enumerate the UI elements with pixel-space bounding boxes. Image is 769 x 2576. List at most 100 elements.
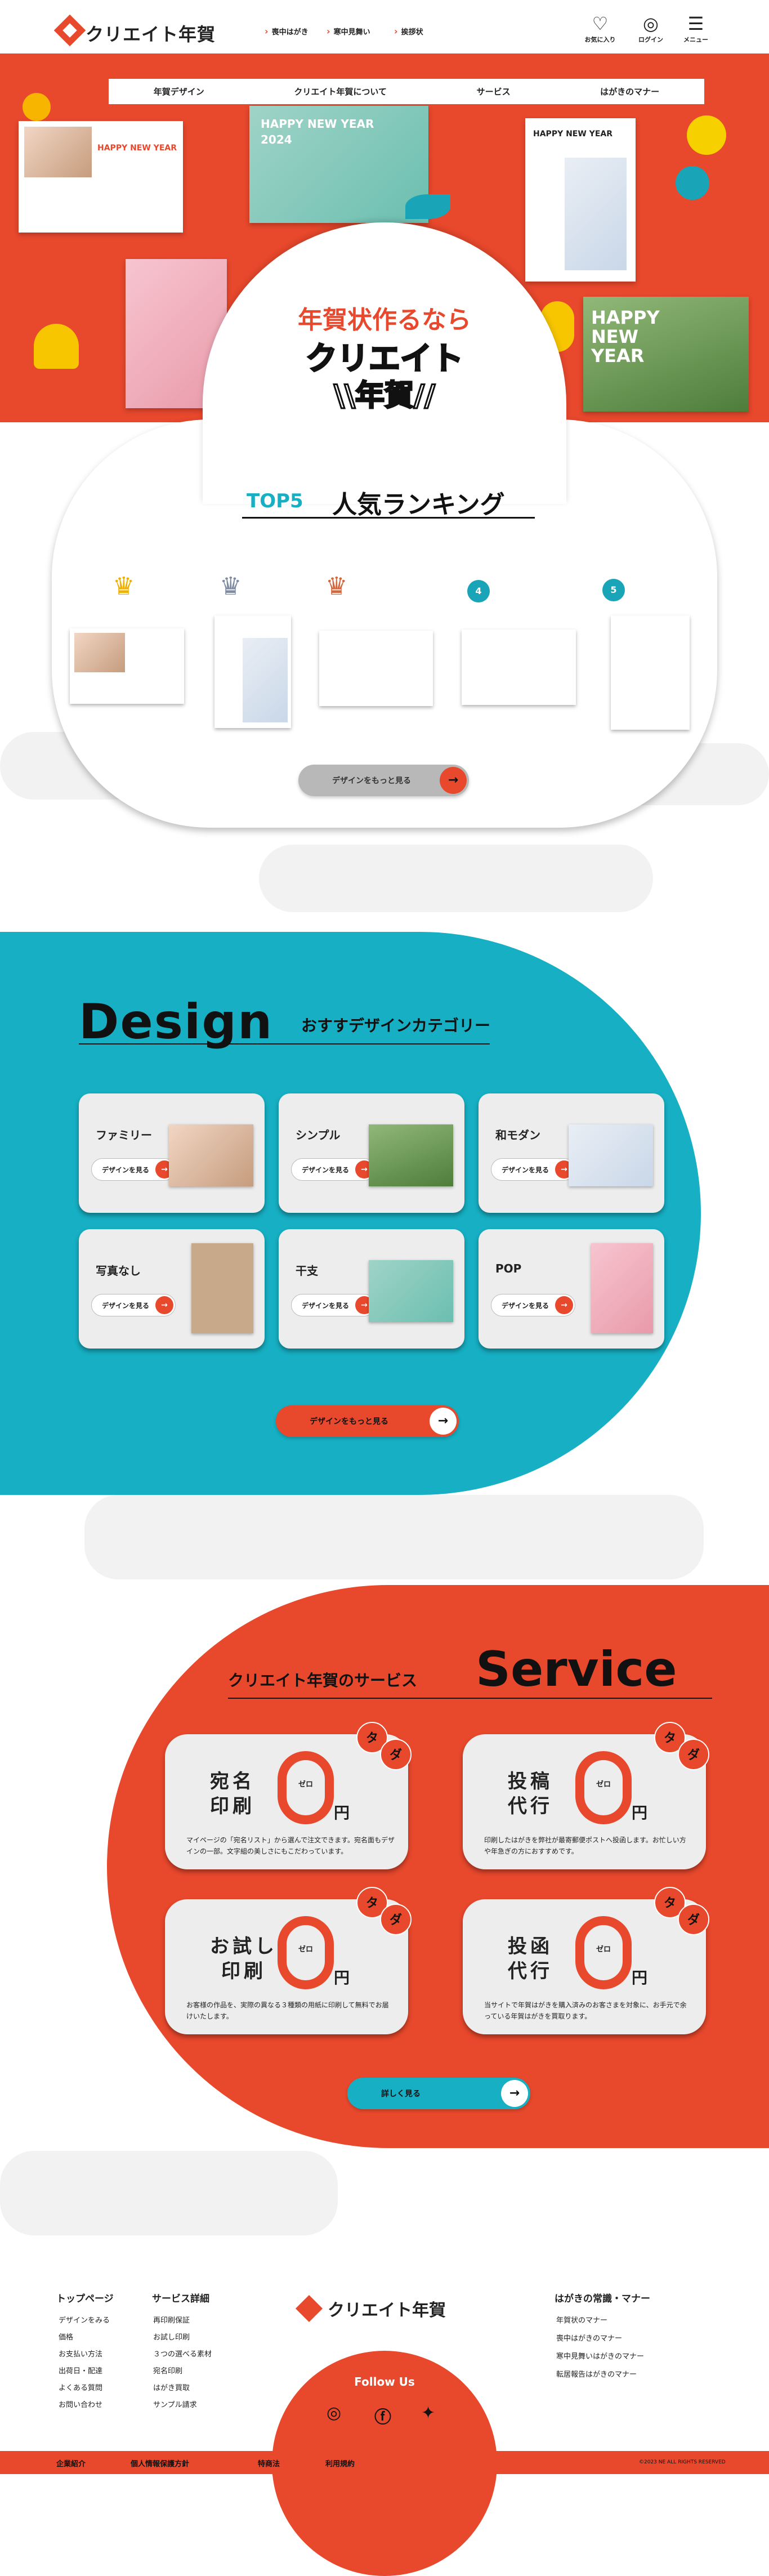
footer-link[interactable]: ３つの選べる素材 xyxy=(153,2348,212,2359)
category-button[interactable]: デザインを見る → xyxy=(491,1294,575,1316)
crown-silver-icon: ♛ xyxy=(220,572,242,601)
footer-link[interactable]: 価格 xyxy=(59,2331,73,2342)
footer-link[interactable]: 出荷日・配達 xyxy=(59,2365,102,2376)
category-name: 写真なし xyxy=(96,1264,141,1278)
category-button[interactable]: デザインを見る → xyxy=(291,1158,375,1181)
service-card-buyback[interactable]: 投函 代行 ゼロ 円 当サイトで年賀はがきを購入済みのお客さまを対象に、お手元で余… xyxy=(463,1887,709,2034)
design-more-button[interactable]: デザインをもっと見る → xyxy=(276,1405,459,1437)
service-title: 宛名 印刷 xyxy=(210,1770,255,1818)
rank-card-1[interactable] xyxy=(70,628,184,704)
nav-kanchu[interactable]: 寒中見舞い xyxy=(327,26,370,37)
nav-mochu[interactable]: 喪中はがき xyxy=(265,26,309,37)
footer-link[interactable]: サンプル請求 xyxy=(153,2399,197,2409)
nav-aisatsu[interactable]: 挨拶状 xyxy=(394,26,423,37)
service-description: マイページの「宛名リスト」から選んで注文できます。宛名面もデザインの一部。文字組… xyxy=(186,1836,395,1855)
rank-card-3[interactable] xyxy=(319,631,433,706)
footer-link[interactable]: 寒中見舞いはがきのマナー xyxy=(556,2350,644,2361)
site-logo[interactable]: クリエイト年賀 xyxy=(86,20,216,46)
menu-icon: ☰ xyxy=(687,13,704,34)
logo-mark-icon[interactable] xyxy=(53,14,86,47)
site-header: クリエイト年賀 喪中はがき 寒中見舞い 挨拶状 ♡ お気に入り ◎ ログイン ☰… xyxy=(0,0,769,53)
footer-bottom-link-company[interactable]: 企業紹介 xyxy=(56,2458,86,2468)
category-name: 干支 xyxy=(296,1264,318,1278)
category-name: シンプル xyxy=(296,1128,341,1142)
service-subheading: クリエイト年賀のサービス xyxy=(228,1671,418,1690)
footer-bottom-link-tokusho[interactable]: 特商法 xyxy=(258,2458,280,2468)
arrow-right-icon: → xyxy=(501,2080,528,2107)
service-title: お試し 印刷 xyxy=(210,1935,278,1983)
subnav-nenga-design[interactable]: 年賀デザイン xyxy=(154,86,204,97)
footer-col3-title[interactable]: はがきの常識・マナー xyxy=(555,2291,650,2305)
footer-link[interactable]: 宛名印刷 xyxy=(153,2365,182,2376)
footer-col2-title[interactable]: サービス詳細 xyxy=(152,2291,209,2305)
heart-icon: ♡ xyxy=(592,13,609,34)
login-button[interactable]: ◎ ログイン xyxy=(634,12,668,44)
design-more-label: デザインをもっと見る xyxy=(310,1417,388,1426)
category-button[interactable]: デザインを見る → xyxy=(91,1294,176,1316)
category-card-nophoto[interactable]: 写真なし デザインを見る → xyxy=(79,1229,265,1349)
subnav-manner[interactable]: はがきのマナー xyxy=(600,86,659,97)
bg-wave xyxy=(0,2151,338,2235)
rank-card-4[interactable] xyxy=(462,630,576,705)
ranking-underline xyxy=(242,517,535,519)
footer-link[interactable]: 年賀状のマナー xyxy=(556,2314,607,2325)
twitter-icon[interactable]: ✦ xyxy=(421,2403,435,2423)
category-card-family[interactable]: ファミリー デザインを見る → xyxy=(79,1093,265,1213)
category-card-eto[interactable]: 干支 デザインを見る → xyxy=(279,1229,464,1349)
tada-badge: ダ xyxy=(678,1904,709,1935)
footer-link[interactable]: お支払い方法 xyxy=(59,2348,102,2359)
service-card-posting[interactable]: 投稿 代行 ゼロ 円 印刷したはがきを弊社が最寄郵便ポストへ投函します。お忙しい方… xyxy=(463,1722,709,1869)
footer-link[interactable]: デザインをみる xyxy=(59,2314,110,2325)
zero-badge: ゼロ xyxy=(575,1751,632,1824)
service-title: 投函 代行 xyxy=(508,1935,553,1983)
yen-label: 円 xyxy=(632,1968,648,1987)
zero-badge: ゼロ xyxy=(278,1751,334,1824)
category-name: ファミリー xyxy=(96,1128,152,1142)
category-card-simple[interactable]: シンプル デザインを見る → xyxy=(279,1093,464,1213)
footer-bottom-link-terms[interactable]: 利用規約 xyxy=(325,2458,355,2468)
category-button[interactable]: デザインを見る → xyxy=(291,1294,375,1316)
follow-us-label: Follow Us xyxy=(354,2375,415,2389)
user-icon: ◎ xyxy=(643,13,659,34)
catch-line-1: 年賀状作るなら xyxy=(298,306,471,334)
rank-card-2[interactable] xyxy=(214,615,291,728)
hero-card-3[interactable]: HAPPY NEW YEAR xyxy=(525,118,636,282)
zero-badge: ゼロ xyxy=(278,1916,334,1989)
catch-line-3: \\年賀// xyxy=(333,378,436,414)
hero-card-1[interactable]: HAPPY NEW YEAR xyxy=(19,121,183,233)
favorite-button[interactable]: ♡ お気に入り xyxy=(583,12,617,44)
footer-bottom-link-privacy[interactable]: 個人情報保護方針 xyxy=(131,2458,189,2468)
service-underline xyxy=(228,1698,712,1699)
footer-link[interactable]: お試し印刷 xyxy=(153,2331,190,2342)
category-card-pop[interactable]: POP デザインを見る → xyxy=(479,1229,664,1349)
service-more-button[interactable]: 詳しく見る → xyxy=(347,2078,530,2109)
ranking-top5: TOP5 xyxy=(247,490,303,512)
fan-icon xyxy=(676,166,709,200)
footer-col1-title[interactable]: トップページ xyxy=(56,2291,114,2305)
footer-link[interactable]: 再印刷保証 xyxy=(153,2314,190,2325)
instagram-icon[interactable]: ◎ xyxy=(327,2403,341,2423)
footer-link[interactable]: 喪中はがきのマナー xyxy=(556,2332,622,2343)
yen-label: 円 xyxy=(632,1803,648,1822)
footer-link[interactable]: お問い合わせ xyxy=(59,2399,102,2409)
service-card-address[interactable]: 宛名 印刷 ゼロ 円 マイページの「宛名リスト」から選んで注文できます。宛名面もデ… xyxy=(165,1722,412,1869)
service-card-trial[interactable]: お試し 印刷 ゼロ 円 お客様の作品を、実際の異なる３種類の用紙に印刷して無料でお… xyxy=(165,1887,412,2034)
menu-button[interactable]: ☰ メニュー xyxy=(679,12,713,44)
category-card-wamodern[interactable]: 和モダン デザインを見る → xyxy=(479,1093,664,1213)
category-button[interactable]: デザインを見る → xyxy=(91,1158,176,1181)
yen-label: 円 xyxy=(334,1803,350,1822)
service-description: 当サイトで年賀はがきを購入済みのお客さまを対象に、お手元で余っている年賀はがきを… xyxy=(484,2001,687,2020)
rank-card-5[interactable] xyxy=(611,615,690,730)
subnav-service[interactable]: サービス xyxy=(477,86,511,97)
subnav-about[interactable]: クリエイト年賀について xyxy=(294,86,387,97)
category-button[interactable]: デザインを見る → xyxy=(491,1158,575,1181)
facebook-icon[interactable]: ⓕ xyxy=(374,2403,391,2428)
category-thumbnail xyxy=(169,1124,253,1186)
bg-wave xyxy=(84,1495,704,1579)
service-heading: Service xyxy=(476,1641,677,1698)
hero-card-2[interactable]: HAPPY NEW YEAR 2024 xyxy=(249,106,428,223)
ranking-more-button[interactable]: デザインをもっと見る → xyxy=(298,765,469,796)
design-subheading: おすすデザインカテゴリー xyxy=(301,1016,491,1035)
sub-navigation: 年賀デザイン クリエイト年賀について サービス はがきのマナー xyxy=(109,79,704,104)
footer-logo[interactable]: クリエイト年賀 xyxy=(328,2296,446,2321)
